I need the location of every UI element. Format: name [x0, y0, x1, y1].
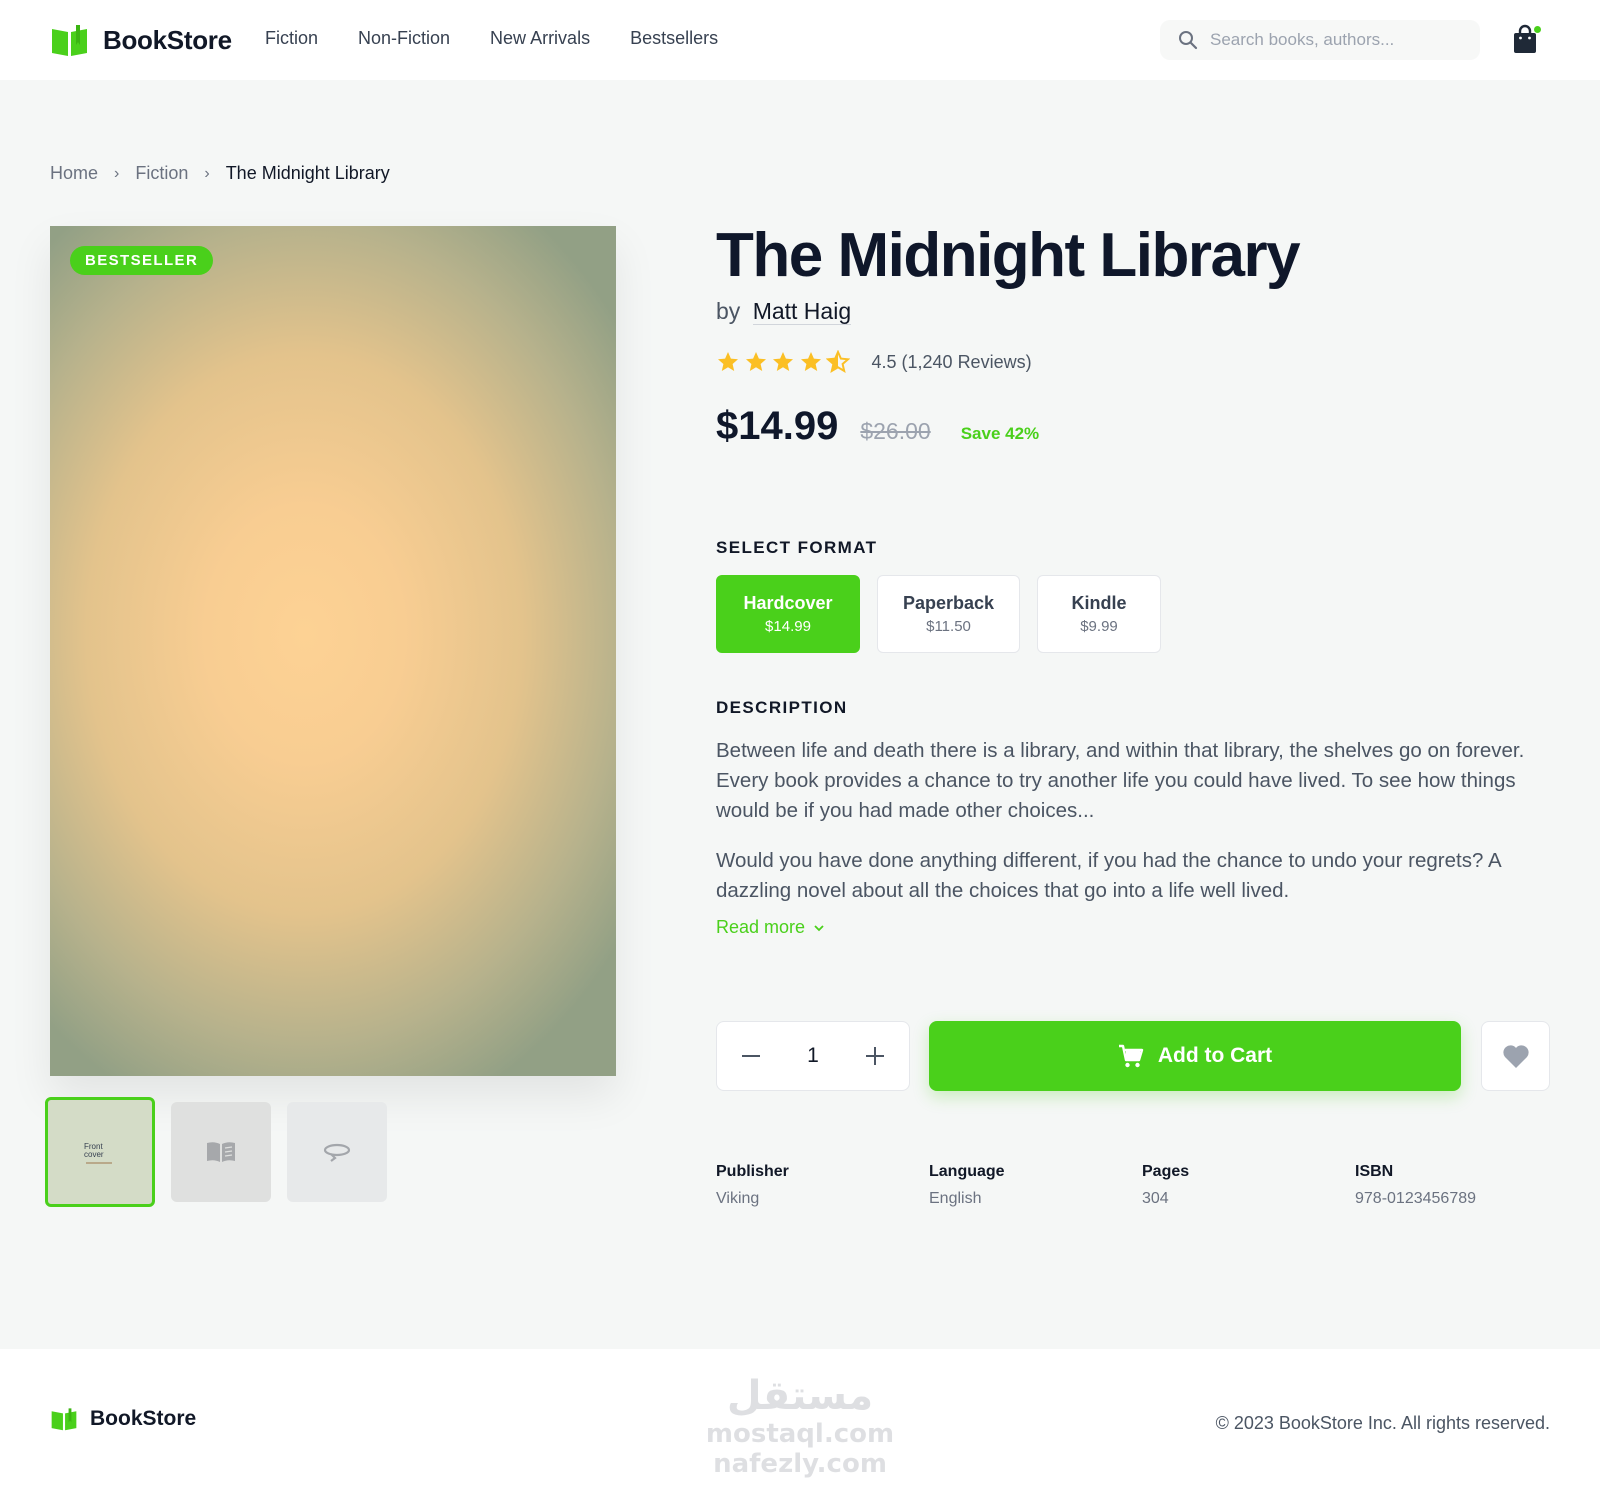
- thumbnail-gallery: Front cover: [45, 1097, 387, 1207]
- format-selector: Hardcover $14.99 Paperback $11.50 Kindle…: [716, 575, 1161, 653]
- add-to-cart-label: Add to Cart: [1157, 1044, 1273, 1067]
- format-name: Hardcover: [743, 593, 833, 613]
- shopping-bag-button[interactable]: [1512, 24, 1542, 56]
- nav-fiction[interactable]: Fiction: [265, 28, 318, 49]
- format-kindle[interactable]: Kindle $9.99: [1037, 575, 1161, 653]
- description-section-label: DESCRIPTION: [716, 698, 848, 717]
- format-price: $9.99: [1080, 618, 1118, 635]
- spec-label: ISBN: [1355, 1163, 1394, 1180]
- spec-value: English: [929, 1190, 982, 1207]
- breadcrumb-separator: ›: [204, 164, 210, 182]
- format-name: Paperback: [902, 593, 995, 613]
- read-more-label: Read more: [716, 917, 806, 937]
- thumbnail-360-view[interactable]: [287, 1102, 387, 1202]
- cart-icon: [1118, 1044, 1144, 1068]
- search-input[interactable]: [1210, 30, 1470, 50]
- product-specs: Publisher Viking Language English Pages …: [716, 1163, 1568, 1208]
- watermark-mostaql: mostaql.com: [705, 1419, 895, 1449]
- star-icon: [800, 352, 821, 371]
- read-more-link[interactable]: Read more: [716, 917, 825, 938]
- spec-isbn: ISBN 978-0123456789: [1355, 1163, 1568, 1208]
- star-icon: [773, 352, 793, 371]
- watermark-nafezly: nafezly.com: [713, 1449, 887, 1479]
- thumbnail-inside-pages[interactable]: [171, 1102, 271, 1202]
- top-header: BookStore Fiction Non-Fiction New Arriva…: [0, 0, 1600, 80]
- current-price: $14.99: [716, 404, 839, 448]
- format-name: Kindle: [1071, 593, 1127, 613]
- spec-label: Language: [929, 1163, 1005, 1180]
- chevron-down-icon: [814, 924, 824, 931]
- spec-label: Publisher: [716, 1163, 789, 1180]
- star-half-icon: [826, 350, 850, 374]
- book-cover-image: BESTSELLER: [50, 226, 616, 1076]
- copyright-text: © 2023 BookStore Inc. All rights reserve…: [1215, 1413, 1550, 1433]
- watermark: مستقل mostaql.com nafezly.com: [700, 1373, 900, 1498]
- author-line: by Matt Haig: [716, 298, 852, 325]
- description-paragraph: Would you have done anything different, …: [716, 849, 1501, 902]
- nav-new-arrivals[interactable]: New Arrivals: [490, 28, 590, 49]
- nav-bestsellers[interactable]: Bestsellers: [630, 28, 718, 49]
- book-logo-icon: [51, 1408, 77, 1431]
- heart-icon: [1502, 1044, 1529, 1068]
- brand-logo[interactable]: BookStore: [50, 22, 232, 58]
- rotate-icon: [323, 1143, 351, 1162]
- spec-pages: Pages 304: [1142, 1163, 1355, 1208]
- page-footer: BookStore مستقل mostaql.com nafezly.com …: [0, 1349, 1600, 1499]
- bestseller-badge: BESTSELLER: [70, 246, 214, 275]
- product-title: The Midnight Library: [716, 221, 1301, 290]
- author-prefix: by: [716, 298, 741, 324]
- rating-summary: 4.5 (1,240 Reviews): [871, 351, 1032, 372]
- format-section-label: SELECT FORMAT: [716, 538, 878, 557]
- thumbnail-front-cover[interactable]: Front cover: [45, 1097, 155, 1207]
- wishlist-button[interactable]: [1481, 1021, 1550, 1091]
- spec-label: Pages: [1142, 1163, 1190, 1180]
- spec-value: 978-0123456789: [1355, 1190, 1477, 1207]
- add-to-cart-button[interactable]: Add to Cart: [929, 1021, 1461, 1091]
- discount-label: Save 42%: [960, 424, 1040, 443]
- breadcrumb-current: The Midnight Library: [225, 163, 390, 183]
- breadcrumb: Home › Fiction › The Midnight Library: [50, 163, 390, 184]
- search-icon: [1179, 31, 1198, 50]
- minus-icon: [742, 1055, 760, 1057]
- footer-brand-logo[interactable]: BookStore: [50, 1407, 196, 1431]
- spec-value: Viking: [716, 1190, 760, 1207]
- format-price: $11.50: [926, 618, 971, 635]
- brand-name: BookStore: [103, 24, 232, 55]
- author-link[interactable]: Matt Haig: [752, 298, 852, 325]
- breadcrumb-fiction[interactable]: Fiction: [135, 163, 188, 184]
- description-paragraph: Between life and death there is a librar…: [716, 739, 1525, 822]
- watermark-arabic: مستقل: [726, 1373, 874, 1419]
- decrement-button[interactable]: [733, 1038, 769, 1074]
- book-logo-icon: [52, 25, 87, 56]
- plus-icon: [866, 1047, 884, 1065]
- search-bar: [1160, 20, 1480, 60]
- format-price: $14.99: [765, 618, 811, 635]
- footer-brand-name: BookStore: [90, 1407, 197, 1430]
- spec-language: Language English: [929, 1163, 1142, 1208]
- spec-publisher: Publisher Viking: [716, 1163, 929, 1208]
- breadcrumb-home[interactable]: Home: [50, 163, 98, 184]
- format-paperback[interactable]: Paperback $11.50: [877, 575, 1020, 653]
- star-icon: [745, 352, 766, 371]
- open-book-icon: [207, 1142, 235, 1162]
- price-row: $14.99 $26.00 Save 42%: [716, 404, 1039, 449]
- spec-value: 304: [1142, 1190, 1169, 1207]
- increment-button[interactable]: [857, 1038, 893, 1074]
- quantity-value[interactable]: 1: [807, 1044, 819, 1068]
- thumbnail-label: Front cover: [84, 1142, 104, 1159]
- nav-non-fiction[interactable]: Non-Fiction: [358, 28, 450, 49]
- original-price: $26.00: [860, 418, 931, 444]
- format-hardcover[interactable]: Hardcover $14.99: [716, 575, 860, 653]
- rating: 4.5 (1,240 Reviews): [716, 350, 1032, 374]
- quantity-stepper: 1: [716, 1021, 910, 1091]
- breadcrumb-separator: ›: [114, 164, 120, 182]
- thumbnail-decoration: [86, 1162, 112, 1164]
- star-icon: [718, 352, 738, 371]
- main-nav: Fiction Non-Fiction New Arrivals Bestsel…: [265, 28, 758, 49]
- cart-notification-dot: [1534, 26, 1541, 33]
